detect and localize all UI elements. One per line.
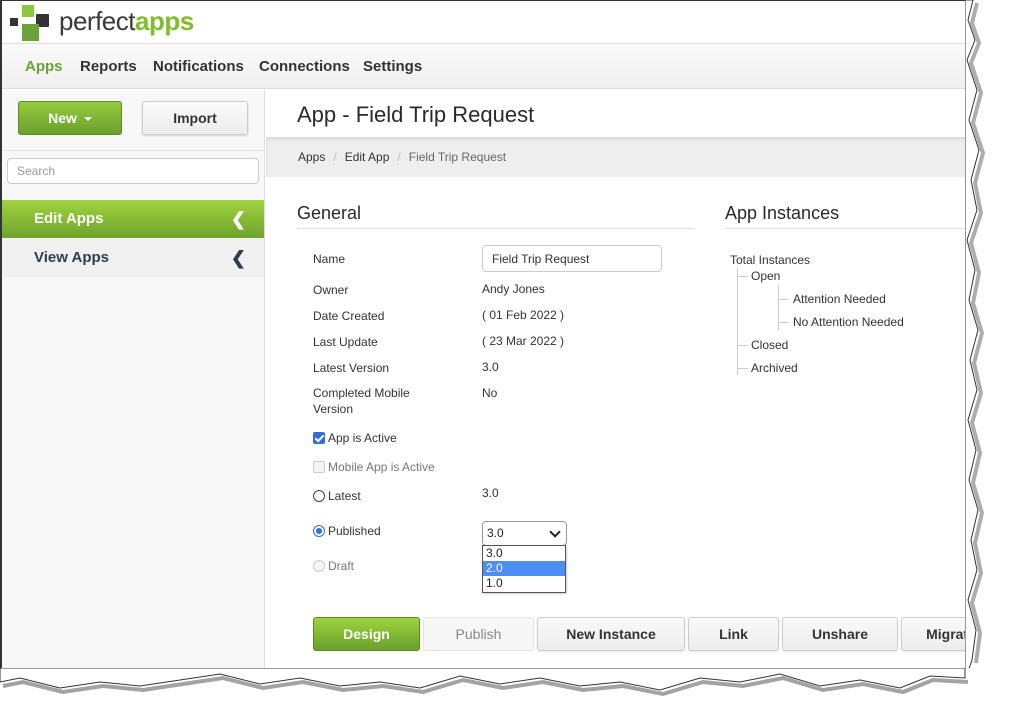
general-divider (297, 228, 694, 229)
chevron-down-icon (549, 526, 561, 538)
owner-label: Owner (313, 283, 349, 297)
radio-draft[interactable]: Draft (313, 559, 354, 573)
chevron-left-icon: ❮ (230, 209, 246, 229)
breadcrumb-separator: / (333, 150, 337, 164)
published-version-selected: 3.0 (487, 526, 504, 540)
breadcrumb-separator: / (397, 150, 401, 164)
breadcrumb-edit-app[interactable]: Edit App (345, 150, 390, 164)
tree-attention-needed[interactable]: Attention Needed (793, 292, 886, 306)
tree-line (737, 276, 748, 277)
app-instances-title: App Instances (725, 203, 840, 223)
logo-text: perfectapps (59, 6, 194, 37)
publish-button[interactable]: Publish (423, 617, 534, 651)
sidebar-item-edit-apps[interactable]: Edit Apps ❮ (2, 200, 264, 238)
caret-down-icon (83, 117, 92, 122)
search-input[interactable] (7, 158, 259, 184)
sidebar-item-label: Edit Apps (34, 210, 104, 227)
radio-unselected-icon (313, 490, 325, 502)
logo-text-apps: apps (135, 6, 194, 36)
chevron-left-icon: ❮ (230, 248, 246, 268)
date-created-label: Date Created (313, 309, 385, 323)
logo-text-perfect: perfect (59, 6, 136, 36)
torn-edge-right (965, 0, 1012, 711)
nav-apps[interactable]: Apps (25, 58, 63, 75)
logo-square-icon (10, 18, 18, 26)
logo-square-icon (22, 24, 39, 41)
app-active-checkbox[interactable]: App is Active (313, 431, 397, 445)
dropdown-option[interactable]: 3.0 (483, 546, 565, 561)
main-nav: Apps Reports Notifications Connections S… (2, 44, 985, 89)
tree-line (737, 368, 748, 369)
app-instances-divider (725, 228, 985, 229)
date-created-value: ( 01 Feb 2022 ) (482, 308, 565, 322)
tree-line (737, 268, 738, 375)
tree-line (737, 345, 748, 346)
sidebar-item-label: View Apps (34, 249, 110, 266)
radio-draft-label: Draft (328, 559, 355, 573)
design-button[interactable]: Design (313, 617, 420, 651)
app-active-label: App is Active (328, 431, 397, 445)
sidebar: New Import Edit Apps ❮ View Apps ❮ (2, 90, 265, 680)
name-input[interactable] (482, 245, 662, 272)
tree-total-instances[interactable]: Total Instances (730, 253, 810, 267)
nav-settings[interactable]: Settings (363, 58, 422, 75)
import-button[interactable]: Import (142, 101, 248, 135)
mobile-app-active-checkbox[interactable]: Mobile App is Active (313, 460, 435, 474)
owner-value: Andy Jones (482, 282, 545, 296)
torn-edge-bottom (0, 668, 1012, 711)
tree-closed[interactable]: Closed (751, 338, 788, 352)
page-title: App - Field Trip Request (297, 102, 535, 127)
radio-selected-icon (313, 525, 325, 537)
completed-mobile-version-label: Completed Mobile Version (313, 386, 410, 416)
radio-latest[interactable]: Latest (313, 489, 361, 503)
perfectapps-logo[interactable]: perfectapps (10, 5, 210, 41)
tree-line (778, 285, 779, 330)
main-content: App - Field Trip Request Apps / Edit App / F… (266, 90, 985, 680)
radio-disabled-icon (313, 560, 325, 572)
checkbox-checked-icon (313, 432, 325, 444)
latest-radio-value: 3.0 (482, 486, 499, 500)
breadcrumb-apps[interactable]: Apps (298, 150, 325, 164)
sidebar-item-view-apps[interactable]: View Apps ❮ (2, 239, 264, 277)
completed-mobile-version-value: No (482, 386, 498, 400)
search-container (2, 150, 264, 198)
nav-notifications[interactable]: Notifications (153, 58, 244, 75)
latest-version-value: 3.0 (482, 360, 499, 374)
new-button[interactable]: New (18, 101, 122, 135)
radio-published[interactable]: Published (313, 524, 381, 538)
unshare-button[interactable]: Unshare (782, 617, 898, 651)
last-update-value: ( 23 Mar 2022 ) (482, 334, 565, 348)
mobile-app-active-label: Mobile App is Active (328, 460, 435, 474)
tree-no-attention-needed[interactable]: No Attention Needed (793, 315, 904, 329)
radio-latest-label: Latest (328, 489, 361, 503)
published-version-select[interactable]: 3.0 (482, 521, 567, 546)
tree-open[interactable]: Open (751, 269, 780, 283)
breadcrumb-current: Field Trip Request (408, 150, 507, 164)
dropdown-option[interactable]: 1.0 (483, 576, 565, 591)
tree-line (778, 322, 789, 323)
published-version-dropdown: 3.0 2.0 1.0 (482, 545, 566, 593)
breadcrumb: Apps / Edit App / Field Trip Request (266, 137, 985, 177)
link-button[interactable]: Link (688, 617, 779, 651)
dropdown-option-highlighted[interactable]: 2.0 (483, 561, 565, 576)
radio-published-label: Published (328, 524, 381, 538)
nav-connections[interactable]: Connections (259, 58, 350, 75)
general-section-title: General (297, 203, 362, 223)
name-label: Name (313, 252, 346, 266)
tree-line (778, 299, 789, 300)
new-instance-button[interactable]: New Instance (537, 617, 685, 651)
new-button-label: New (48, 110, 77, 126)
app-window: perfectapps Apps Reports Notifications C… (0, 0, 985, 680)
last-update-label: Last Update (313, 335, 378, 349)
checkbox-unchecked-icon (313, 461, 325, 473)
tree-archived[interactable]: Archived (751, 361, 798, 375)
top-header: perfectapps (2, 1, 985, 44)
latest-version-label: Latest Version (313, 361, 390, 375)
nav-reports[interactable]: Reports (80, 58, 137, 75)
logo-square-icon (22, 5, 34, 17)
